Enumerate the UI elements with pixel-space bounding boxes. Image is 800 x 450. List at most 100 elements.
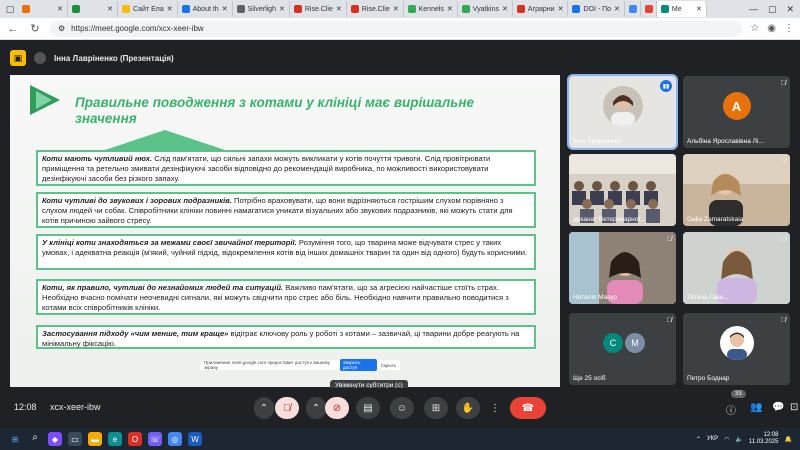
participant-tile[interactable]: С М Ще 25 осіб 🎙̸ bbox=[569, 313, 676, 385]
tab-close-icon[interactable]: ✕ bbox=[393, 5, 399, 13]
browser-tab[interactable]: ✕ bbox=[68, 1, 118, 17]
mic-off-icon: 🎙̸ bbox=[780, 236, 786, 243]
raise-hand-button[interactable]: ✋ bbox=[456, 397, 480, 419]
participant-tile[interactable]: Galia Zamaratskaia 🎙̸ bbox=[683, 154, 790, 226]
search-icon[interactable]: ⌕ bbox=[28, 432, 42, 446]
browser-tab[interactable]: Rise.Clie ✕ bbox=[347, 1, 404, 17]
cam-options-button[interactable]: ⌃ bbox=[306, 397, 326, 419]
browser-tab[interactable]: ✕ bbox=[18, 1, 68, 17]
browser-tab[interactable]: Silverligh ✕ bbox=[233, 1, 290, 17]
browser-tab[interactable]: About th ✕ bbox=[178, 1, 233, 17]
meeting-clock: 12:08 bbox=[14, 402, 37, 412]
participant-name: деканат Ветеринарної... bbox=[573, 216, 646, 223]
captions-icon: ▤ bbox=[363, 402, 373, 414]
url-field[interactable]: ⚙ https://meet.google.com/xcx-xeer-ibw bbox=[50, 20, 743, 37]
tab-close-icon[interactable]: ✕ bbox=[107, 5, 113, 13]
tab-favicon-icon bbox=[407, 5, 416, 13]
participant-tile[interactable]: Наталія Мазур 🎙̸ bbox=[569, 232, 676, 304]
browser-tab[interactable]: Vyatkins ✕ bbox=[458, 1, 513, 17]
present-button[interactable]: ⊞ bbox=[424, 397, 448, 419]
volume-icon[interactable]: 🔈 bbox=[735, 436, 742, 443]
participant-avatar: М bbox=[625, 333, 645, 353]
reactions-button[interactable]: ☺ bbox=[390, 397, 414, 419]
tab-close-icon[interactable]: ✕ bbox=[57, 5, 63, 13]
browser-tab-strip: ▢ ✕ ✕ Сайт Ела ✕ About th ✕ Silverligh ✕ Rise.Cl… bbox=[0, 0, 800, 18]
mic-off-icon: 🎙̸ bbox=[780, 317, 786, 324]
participant-tile[interactable]: ▮▮ Інна Лавріненко bbox=[567, 74, 678, 150]
wifi-icon[interactable]: ◠ bbox=[724, 436, 729, 443]
tab-close-icon[interactable]: ✕ bbox=[502, 5, 508, 13]
minimize-icon[interactable]: — bbox=[749, 4, 758, 15]
tab-favicon-icon bbox=[660, 5, 669, 13]
stop-sharing-button[interactable]: Закрыть доступ bbox=[339, 359, 377, 371]
more-options-button[interactable]: ⋮ bbox=[488, 397, 502, 419]
viber-icon[interactable]: ☏ bbox=[148, 432, 162, 446]
participant-tile[interactable]: Тетяна Гава... 🎙̸ bbox=[683, 232, 790, 304]
tab-favicon-icon bbox=[461, 5, 470, 13]
meet-control-bar: 12:08 xcx-xeer-ibw ⌃ 🎙̸ ⌃ ⊘ ▤ ☺ ⊞ ✋ ⋮ ☎ … bbox=[0, 388, 800, 428]
browser-tab[interactable]: Сайт Ела ✕ bbox=[118, 1, 178, 17]
browser-tab[interactable]: Me ✕ bbox=[656, 1, 707, 17]
more-icon[interactable]: ⋮ bbox=[784, 23, 794, 34]
chat-icon[interactable]: 💬 bbox=[772, 402, 784, 413]
browser-tab[interactable]: Аграрни ✕ bbox=[513, 1, 569, 17]
participant-name: Інна Лавріненко bbox=[573, 138, 622, 145]
meeting-code: xcx-xeer-ibw bbox=[50, 402, 101, 412]
people-icon[interactable]: 👥 bbox=[750, 402, 762, 413]
word-icon[interactable]: W bbox=[188, 432, 202, 446]
emoji-icon: ☺ bbox=[396, 402, 408, 414]
profile-icon[interactable]: ◉ bbox=[767, 23, 776, 34]
reload-icon[interactable]: ↻ bbox=[28, 22, 42, 35]
leave-call-button[interactable]: ☎ bbox=[510, 397, 546, 419]
participant-tile[interactable]: Петро Боднар 🎙̸ bbox=[683, 313, 790, 385]
tab-close-icon[interactable]: ✕ bbox=[167, 5, 173, 13]
tab-close-icon[interactable]: ✕ bbox=[558, 5, 564, 13]
tab-favicon-icon bbox=[22, 5, 30, 13]
slide-title: Правильне поводження з котами у клініці … bbox=[75, 95, 474, 126]
start-icon[interactable]: ⊞ bbox=[8, 432, 22, 446]
hide-notice-button[interactable]: Скрыть bbox=[381, 363, 396, 368]
tab-close-icon[interactable]: ✕ bbox=[336, 5, 342, 13]
browser-tab[interactable] bbox=[641, 1, 657, 17]
tab-menu-icon[interactable]: ▢ bbox=[4, 3, 16, 15]
browser-tab[interactable]: Kennels ✕ bbox=[404, 1, 458, 17]
browser-tab[interactable]: DOI - По ✕ bbox=[568, 1, 625, 17]
tab-close-icon[interactable]: ✕ bbox=[222, 5, 228, 13]
camera-toggle-button[interactable]: ⊘ bbox=[325, 397, 349, 419]
tray-lang[interactable]: УКР bbox=[707, 436, 718, 442]
meet-stage: ▣ Інна Лавріненко (Презентація) Правильн… bbox=[0, 40, 800, 428]
close-window-icon[interactable]: ✕ bbox=[786, 4, 794, 15]
tab-close-icon[interactable]: ✕ bbox=[614, 5, 620, 13]
tab-favicon-icon bbox=[644, 5, 653, 13]
site-info-icon[interactable]: ⚙ bbox=[58, 24, 65, 33]
info-icon[interactable]: ⓘ bbox=[726, 402, 736, 417]
browser-tab[interactable] bbox=[625, 1, 641, 17]
tab-close-icon[interactable]: ✕ bbox=[447, 5, 453, 13]
tab-close-icon[interactable]: ✕ bbox=[279, 5, 285, 13]
participant-photo bbox=[602, 86, 643, 127]
participant-tile[interactable]: А Альбіна Ярославівна Лі... 🎙̸ bbox=[683, 76, 790, 148]
captions-button[interactable]: ▤ bbox=[356, 397, 380, 419]
star-icon[interactable]: ☆ bbox=[750, 23, 759, 34]
chrome-icon[interactable]: ◎ bbox=[168, 432, 182, 446]
notifications-icon[interactable]: 🔔 bbox=[785, 436, 792, 443]
tray-clock[interactable]: 12:08 11.03.2025 bbox=[749, 432, 779, 446]
mic-options-button[interactable]: ⌃ bbox=[254, 397, 274, 419]
more-participants-avatars: С М bbox=[603, 333, 645, 353]
file-explorer-icon[interactable]: ▬ bbox=[88, 432, 102, 446]
back-icon[interactable]: ← bbox=[6, 23, 20, 35]
participant-tile[interactable]: деканат Ветеринарної... 🎙̸ bbox=[569, 154, 676, 226]
copilot-icon[interactable]: ◆ bbox=[48, 432, 62, 446]
browser-tab[interactable]: Rise.Clie ✕ bbox=[290, 1, 347, 17]
opera-icon[interactable]: O bbox=[128, 432, 142, 446]
maximize-icon[interactable]: ▢ bbox=[768, 4, 777, 15]
task-view-icon[interactable]: ▭ bbox=[68, 432, 82, 446]
tab-favicon-icon bbox=[628, 5, 637, 13]
presenter-avatar bbox=[34, 52, 46, 64]
mic-toggle-button[interactable]: 🎙̸ bbox=[275, 397, 299, 419]
mic-off-icon: 🎙̸ bbox=[780, 158, 786, 165]
activities-icon[interactable]: ⊡ bbox=[790, 402, 798, 413]
tab-close-icon[interactable]: ✕ bbox=[696, 5, 702, 13]
edge-icon[interactable]: e bbox=[108, 432, 122, 446]
tray-arrow-icon[interactable]: ⌃ bbox=[696, 436, 701, 443]
